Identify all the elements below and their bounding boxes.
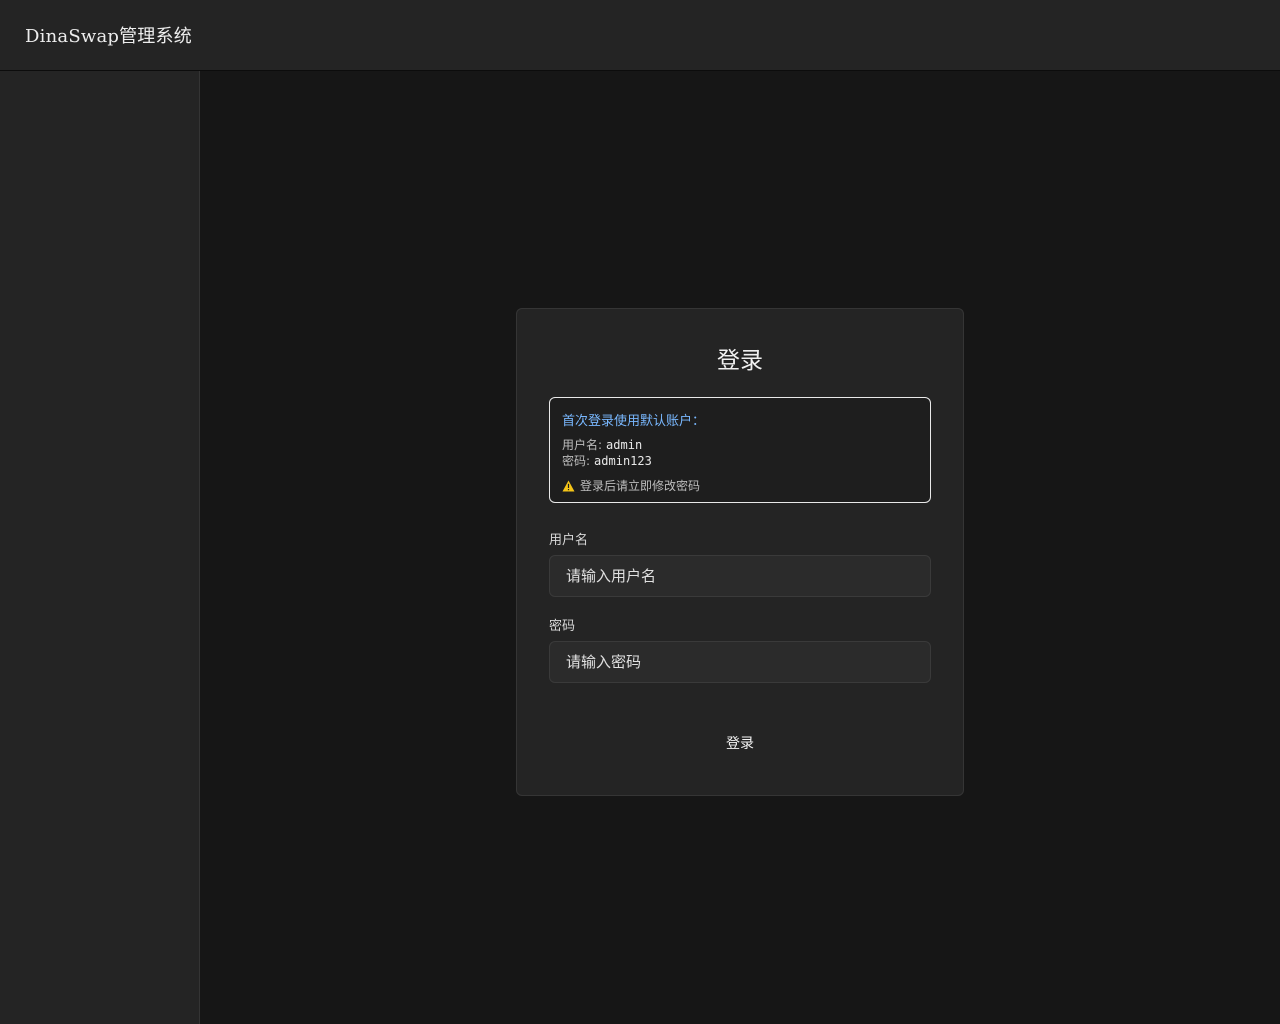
notice-password-row: 密码: admin123	[562, 453, 918, 469]
notice-password-value: admin123	[594, 454, 652, 468]
username-input[interactable]	[549, 555, 931, 597]
app-title: DinaSwap管理系统	[25, 26, 192, 47]
notice-username-value: admin	[606, 438, 643, 452]
notice-password-label: 密码:	[562, 454, 591, 468]
sidebar	[0, 71, 200, 1024]
default-account-notice: 首次登录使用默认账户： 用户名: admin 密码: admin123 登录后请立即…	[549, 397, 931, 503]
notice-username-row: 用户名: admin	[562, 437, 918, 453]
login-card: 登录 首次登录使用默认账户： 用户名: admin 密码: admin123 登录后…	[516, 308, 964, 796]
notice-username-label: 用户名:	[562, 438, 603, 452]
password-input[interactable]	[549, 641, 931, 683]
login-button[interactable]: 登录	[549, 725, 931, 761]
warning-icon	[562, 480, 575, 491]
password-label: 密码	[549, 619, 576, 634]
notice-warning-text: 登录后请立即修改密码	[580, 479, 701, 493]
login-title: 登录	[717, 348, 763, 374]
top-header: DinaSwap管理系统	[0, 0, 1280, 71]
notice-warning: 登录后请立即修改密码	[562, 477, 918, 494]
notice-heading: 首次登录使用默认账户：	[562, 414, 706, 429]
username-label: 用户名	[549, 533, 589, 548]
